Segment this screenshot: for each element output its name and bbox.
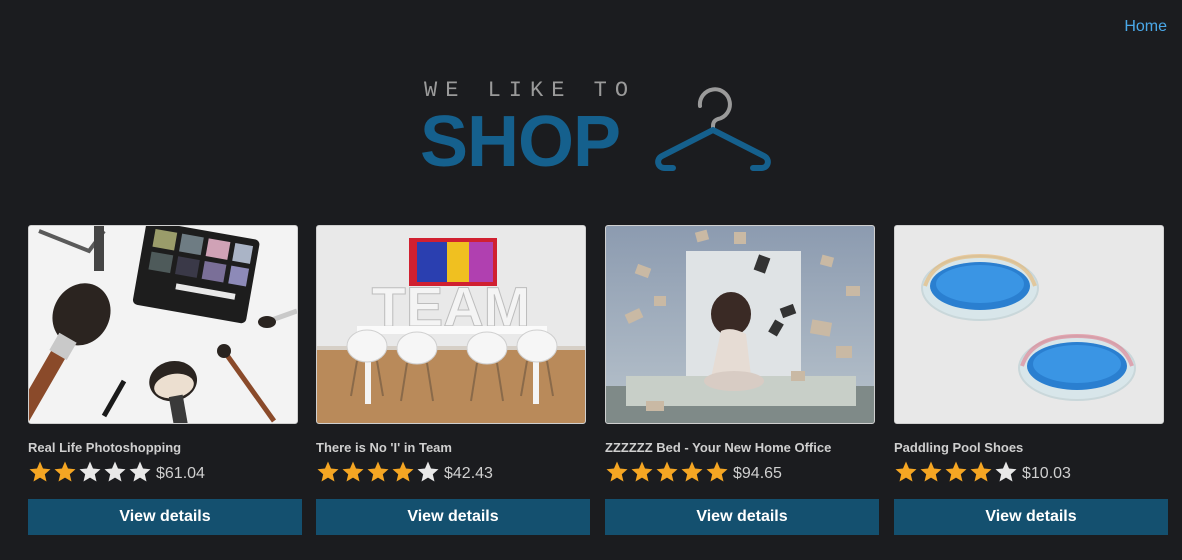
star-filled-icon [705, 460, 730, 482]
star-filled-icon [391, 460, 416, 482]
product-price: $94.65 [733, 465, 782, 482]
logo-word: SHOP [420, 102, 621, 182]
product-price: $61.04 [156, 465, 205, 482]
product-rating: $61.04 [28, 461, 302, 485]
logo: WE LIKE TO SHOP [420, 76, 780, 182]
star-filled-icon [341, 460, 366, 482]
star-filled-icon [28, 460, 53, 482]
star-filled-icon [655, 460, 680, 482]
product-title[interactable]: There is No 'I' in Team [316, 440, 590, 456]
star-filled-icon [680, 460, 705, 482]
star-filled-icon [366, 460, 391, 482]
product-rating: $42.43 [316, 461, 590, 485]
product-image[interactable] [605, 225, 875, 424]
product-grid: Real Life Photoshopping $61.04 View deta… [28, 225, 1168, 545]
home-link[interactable]: Home [1124, 18, 1167, 36]
star-filled-icon [630, 460, 655, 482]
product-card: TEAM There is No 'I' in Team $42.43 View… [316, 225, 590, 535]
product-title[interactable]: Real Life Photoshopping [28, 440, 302, 456]
star-filled-icon [316, 460, 341, 482]
product-rating: $94.65 [605, 461, 879, 485]
star-filled-icon [944, 460, 969, 482]
star-filled-icon [919, 460, 944, 482]
star-rating [894, 460, 1019, 487]
logo-tagline: WE LIKE TO [424, 78, 637, 103]
star-empty-icon [994, 460, 1019, 482]
product-rating: $10.03 [894, 461, 1168, 485]
product-price: $42.43 [444, 465, 493, 482]
product-card: Paddling Pool Shoes $10.03 View details [894, 225, 1168, 535]
star-empty-icon [416, 460, 441, 482]
view-details-button[interactable]: View details [316, 499, 590, 535]
star-rating [605, 460, 730, 487]
product-image[interactable]: TEAM [316, 225, 586, 424]
star-rating [316, 460, 441, 487]
view-details-button[interactable]: View details [605, 499, 879, 535]
product-title[interactable]: ZZZZZZ Bed - Your New Home Office [605, 440, 879, 456]
star-filled-icon [969, 460, 994, 482]
product-card: Real Life Photoshopping $61.04 View deta… [28, 225, 302, 535]
star-empty-icon [78, 460, 103, 482]
view-details-button[interactable]: View details [894, 499, 1168, 535]
product-price: $10.03 [1022, 465, 1071, 482]
product-image[interactable] [894, 225, 1164, 424]
view-details-button[interactable]: View details [28, 499, 302, 535]
star-filled-icon [53, 460, 78, 482]
star-empty-icon [103, 460, 128, 482]
product-card: ZZZZZZ Bed - Your New Home Office $94.65… [605, 225, 879, 535]
star-filled-icon [605, 460, 630, 482]
product-title[interactable]: Paddling Pool Shoes [894, 440, 1168, 456]
hanger-icon [655, 87, 771, 171]
star-empty-icon [128, 460, 153, 482]
star-filled-icon [894, 460, 919, 482]
star-rating [28, 460, 153, 487]
product-image[interactable] [28, 225, 298, 424]
